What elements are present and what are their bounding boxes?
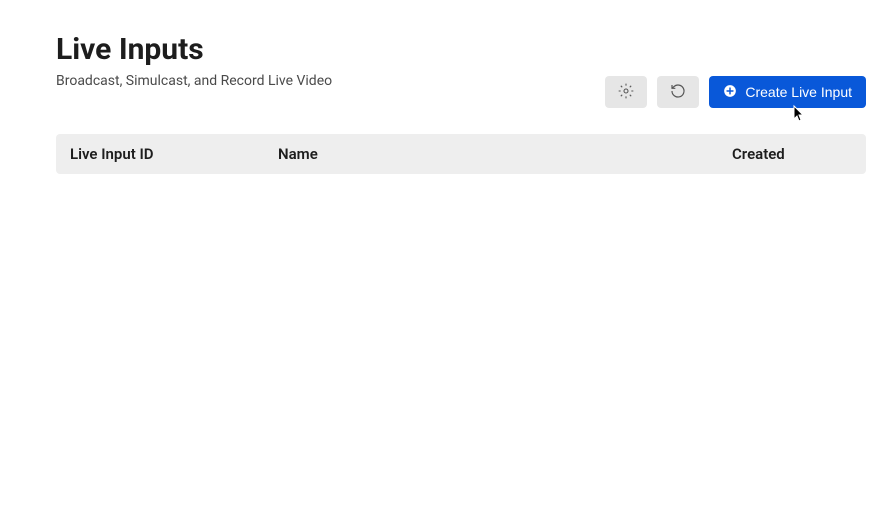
gear-icon [618, 83, 634, 102]
settings-button[interactable] [605, 76, 647, 108]
page-subtitle: Broadcast, Simulcast, and Record Live Vi… [56, 73, 605, 89]
refresh-icon [670, 83, 686, 102]
col-header-created: Created [732, 145, 852, 163]
col-header-name: Name [278, 145, 732, 163]
page-title: Live Inputs [56, 32, 605, 67]
plus-circle-icon [723, 84, 737, 101]
create-button-label: Create Live Input [745, 84, 852, 100]
refresh-button[interactable] [657, 76, 699, 108]
table-header-row: Live Input ID Name Created [56, 134, 866, 174]
header-actions: Create Live Input [605, 76, 866, 108]
col-header-id: Live Input ID [70, 145, 278, 163]
create-live-input-button[interactable]: Create Live Input [709, 76, 866, 108]
